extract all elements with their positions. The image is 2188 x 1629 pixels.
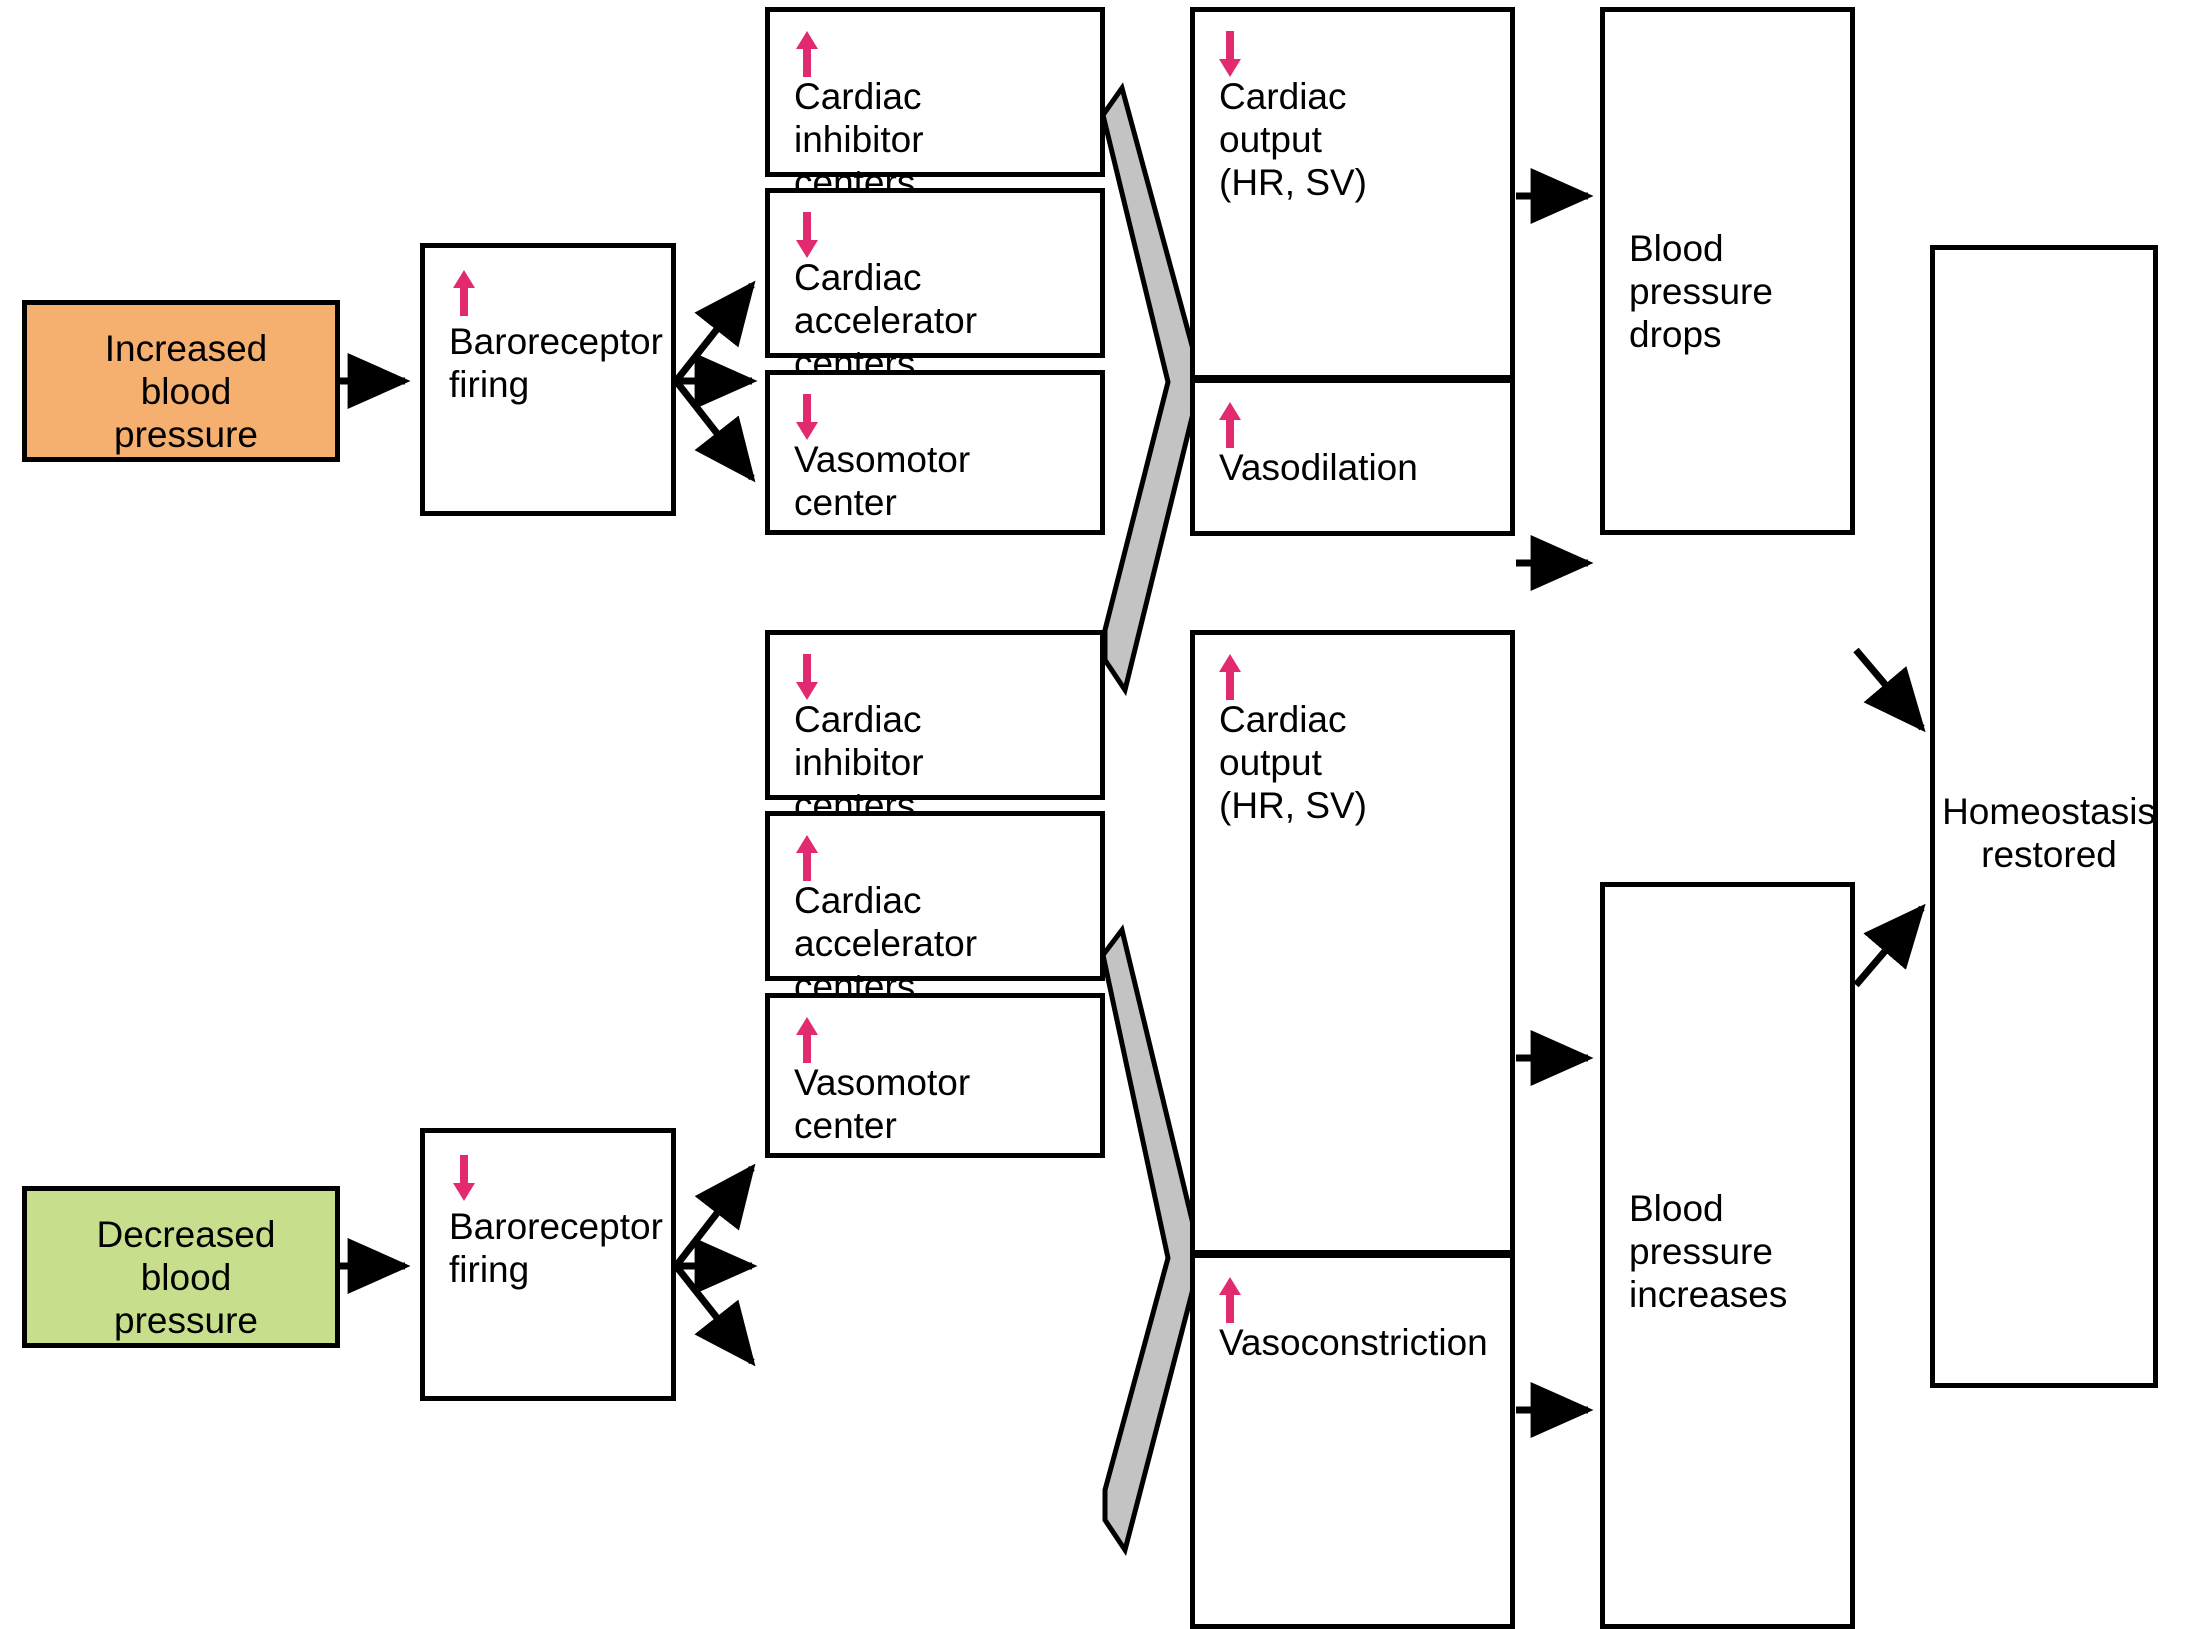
flow-arrow-icon — [1853, 647, 1926, 733]
stimulus-label-decreased: Decreased blood pressure — [96, 1214, 276, 1341]
arrow-up-icon — [1219, 402, 1241, 448]
arrow-down-icon — [796, 394, 818, 440]
flowchart-canvas: Increased blood pressure Baroreceptor fi… — [0, 0, 2188, 1629]
stimulus-box-increased[interactable]: Increased blood pressure — [22, 300, 340, 462]
arrow-up-icon — [796, 31, 818, 77]
baroreceptor-box-top[interactable]: Baroreceptor firing — [420, 243, 676, 516]
final-outcome-label: Homeostasis restored — [1942, 791, 2156, 875]
outcome-box-bottom[interactable]: Blood pressure increases — [1600, 882, 1855, 1629]
center-label-bottom-cardiac-accelerator: Cardiac accelerator centers — [794, 880, 978, 1007]
arrow-up-icon — [796, 835, 818, 881]
outcome-label-top: Blood pressure drops — [1629, 228, 1773, 355]
baroreceptor-label-bottom: Baroreceptor firing — [449, 1206, 663, 1290]
arrow-up-icon — [1219, 1277, 1241, 1323]
center-box-bottom-cardiac-accelerator[interactable]: Cardiac accelerator centers — [765, 811, 1105, 1007]
flow-arrow-icon — [1853, 903, 1926, 988]
funnel-shape-top — [1100, 82, 1203, 697]
effect-box-bottom-cardiac-output[interactable]: Cardiac output (HR, SV) — [1190, 630, 1515, 1255]
flow-arrow-icon — [673, 280, 756, 384]
arrow-up-icon — [1219, 654, 1241, 700]
final-outcome-box[interactable]: Homeostasis restored — [1930, 245, 2158, 1388]
arrow-up-icon — [796, 1017, 818, 1063]
stimulus-label-increased: Increased blood pressure — [104, 328, 268, 455]
center-box-top-cardiac-accelerator[interactable]: Cardiac accelerator centers — [765, 188, 1105, 384]
center-box-bottom-vasomotor[interactable]: Vasomotor center — [765, 993, 1105, 1158]
center-label-top-cardiac-inhibitor: Cardiac inhibitor centers — [794, 76, 924, 203]
center-label-top-cardiac-accelerator: Cardiac accelerator centers — [794, 257, 978, 384]
outcome-box-top[interactable]: Blood pressure drops — [1600, 7, 1855, 535]
effect-label-top-vasodilation: Vasodilation — [1219, 447, 1418, 488]
center-box-top-vasomotor[interactable]: Vasomotor center — [765, 370, 1105, 535]
flow-arrow-icon — [673, 1263, 756, 1367]
center-label-top-vasomotor: Vasomotor center — [794, 439, 971, 523]
flow-arrow-icon — [673, 1163, 756, 1269]
stimulus-box-decreased[interactable]: Decreased blood pressure — [22, 1186, 340, 1348]
arrow-down-icon — [796, 212, 818, 258]
center-box-bottom-cardiac-inhibitor[interactable]: Cardiac inhibitor centers — [765, 630, 1105, 826]
effect-box-bottom-vasoconstriction[interactable]: Vasoconstriction — [1190, 1253, 1515, 1629]
arrow-down-icon — [1219, 31, 1241, 77]
center-label-bottom-vasomotor: Vasomotor center — [794, 1062, 971, 1146]
funnel-shape-bottom — [1100, 924, 1203, 1557]
effect-box-top-cardiac-output[interactable]: Cardiac output (HR, SV) — [1190, 7, 1515, 380]
baroreceptor-box-bottom[interactable]: Baroreceptor firing — [420, 1128, 676, 1401]
flow-arrow-icon — [673, 378, 756, 483]
outcome-label-bottom: Blood pressure increases — [1629, 1188, 1788, 1315]
arrow-up-icon — [453, 270, 475, 316]
arrow-down-icon — [796, 654, 818, 700]
effect-label-top-cardiac-output: Cardiac output (HR, SV) — [1219, 76, 1367, 203]
effect-label-bottom-cardiac-output: Cardiac output (HR, SV) — [1219, 699, 1367, 826]
center-label-bottom-cardiac-inhibitor: Cardiac inhibitor centers — [794, 699, 924, 826]
effect-box-top-vasodilation[interactable]: Vasodilation — [1190, 378, 1515, 536]
effect-label-bottom-vasoconstriction: Vasoconstriction — [1219, 1322, 1488, 1363]
center-box-top-cardiac-inhibitor[interactable]: Cardiac inhibitor centers — [765, 7, 1105, 203]
arrow-down-icon — [453, 1155, 475, 1201]
baroreceptor-label-top: Baroreceptor firing — [449, 321, 663, 405]
